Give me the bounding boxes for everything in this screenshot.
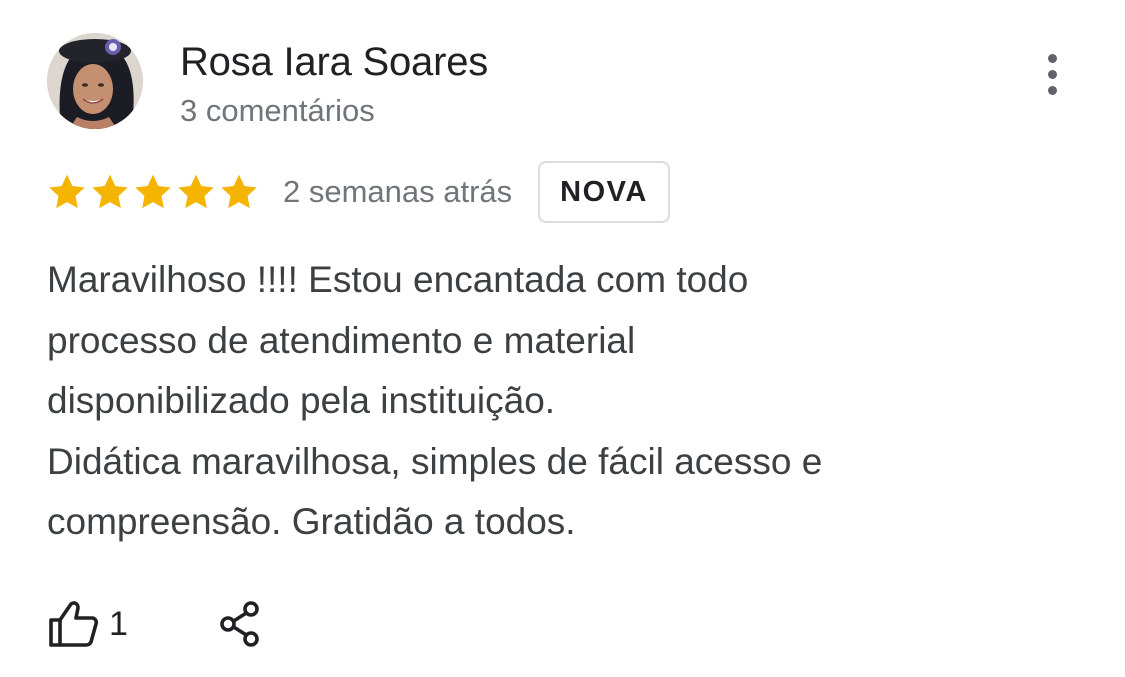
author-name[interactable]: Rosa Iara Soares [180,40,488,85]
share-icon [220,601,259,647]
like-count: 1 [109,604,128,643]
more-vertical-icon-dot [1047,85,1057,95]
review-card: Rosa Iara Soares 3 comentários 2 semanas… [0,0,1125,677]
avatar-photo [47,33,143,129]
star-rating [47,172,259,212]
rating-row: 2 semanas atrás NOVA [47,160,670,224]
new-badge: NOVA [538,161,670,223]
review-text: Maravilhoso !!!! Estou encantada com tod… [47,259,823,542]
avatar[interactable] [47,33,143,129]
more-vertical-icon-dot [1047,69,1057,79]
star-icon [135,174,171,209]
author-review-count: 3 comentários [180,93,375,128]
review-actions: 1 [47,596,262,652]
star-icon [49,174,85,209]
more-options-button[interactable] [1030,52,1074,96]
like-button[interactable]: 1 [47,600,128,648]
review-time: 2 semanas atrás [283,174,513,209]
star-icon [178,174,214,209]
more-vertical-icon [1047,53,1057,63]
share-button[interactable] [218,600,262,648]
thumbs-up-icon [49,601,99,647]
star-icon [92,174,128,209]
star-icon [221,174,257,209]
